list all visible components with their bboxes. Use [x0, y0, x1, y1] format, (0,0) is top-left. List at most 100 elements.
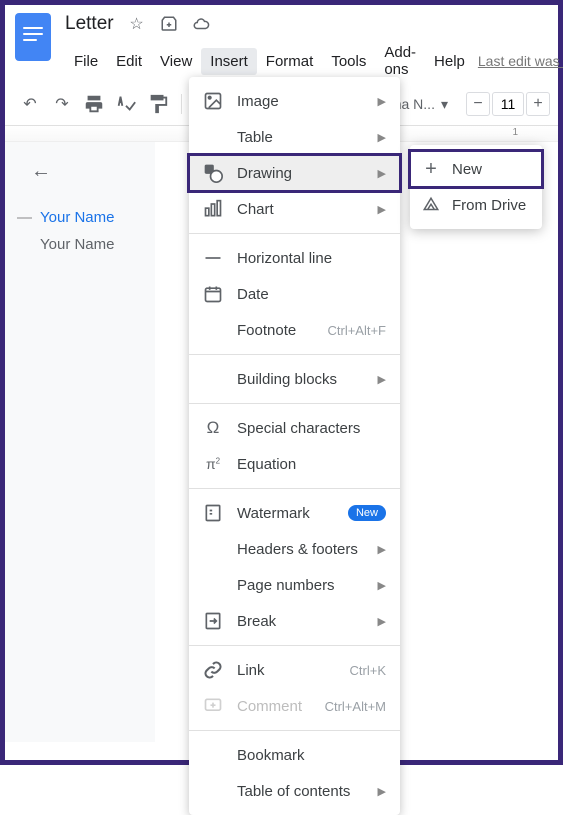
submenu-arrow-icon: ▶ [378, 95, 386, 108]
hline-icon [203, 248, 223, 268]
font-family-select[interactable]: na N...▾ [394, 96, 448, 113]
blank-icon [203, 369, 223, 389]
menu-item-label: Page numbers [237, 577, 370, 594]
insert-link[interactable]: LinkCtrl+K [189, 652, 400, 688]
spellcheck-button[interactable] [115, 93, 137, 115]
menu-item-label: Drawing [237, 165, 370, 182]
menu-item-label: Headers & footers [237, 541, 370, 558]
submenu-arrow-icon: ▶ [378, 615, 386, 628]
image-icon [203, 91, 223, 111]
menu-item-label: Watermark [237, 505, 348, 522]
submenu-arrow-icon: ▶ [378, 785, 386, 798]
decrease-fontsize-button[interactable]: − [466, 92, 490, 116]
blank-icon [203, 539, 223, 559]
insert-headers-footers[interactable]: Headers & footers ▶ [189, 531, 400, 567]
menu-divider [189, 488, 400, 489]
document-title[interactable]: Letter [65, 13, 114, 35]
submenu-arrow-icon: ▶ [378, 131, 386, 144]
insert-page-numbers[interactable]: Page numbers ▶ [189, 567, 400, 603]
blank-icon [203, 575, 223, 595]
submenu-item-label: New [452, 161, 482, 178]
insert-comment: CommentCtrl+Alt+M [189, 688, 400, 724]
insert-table[interactable]: Table ▶ [189, 119, 400, 155]
submenu-arrow-icon: ▶ [378, 167, 386, 180]
new-badge: New [348, 505, 386, 521]
menu-item-label: Horizontal line [237, 250, 386, 267]
outline-heading-item[interactable]: — Your Name [17, 209, 143, 226]
drawing-icon [203, 163, 223, 183]
insert-footnote[interactable]: FootnoteCtrl+Alt+F [189, 312, 400, 348]
date-icon [203, 284, 223, 304]
menu-item-label: Bookmark [237, 747, 386, 764]
fontsize-input[interactable] [492, 92, 524, 116]
shortcut-label: Ctrl+Alt+M [325, 699, 386, 714]
menu-divider [189, 233, 400, 234]
break-icon [203, 611, 223, 631]
insert-bookmark[interactable]: Bookmark [189, 737, 400, 773]
insert-image[interactable]: Image ▶ [189, 83, 400, 119]
last-edit-link[interactable]: Last edit was 3 [474, 48, 563, 74]
menu-edit[interactable]: Edit [107, 48, 151, 75]
outline-text-item[interactable]: — Your Name [17, 236, 143, 253]
outline-back-icon[interactable]: ← [31, 160, 143, 183]
drawing-from-drive[interactable]: From Drive [410, 187, 542, 223]
menu-format[interactable]: Format [257, 48, 323, 75]
print-button[interactable] [83, 93, 105, 115]
menu-help[interactable]: Help [425, 48, 474, 75]
paint-format-button[interactable] [147, 93, 169, 115]
insert-drawing[interactable]: Drawing ▶ [189, 155, 400, 191]
pi-icon: π2 [203, 454, 223, 474]
menu-tools[interactable]: Tools [322, 48, 375, 75]
menu-item-label: Image [237, 93, 370, 110]
undo-button[interactable]: ↶ [19, 93, 41, 115]
blank-icon [203, 745, 223, 765]
menu-item-label: Building blocks [237, 371, 370, 388]
menu-divider [189, 403, 400, 404]
submenu-arrow-icon: ▶ [378, 543, 386, 556]
submenu-arrow-icon: ▶ [378, 579, 386, 592]
menu-item-label: Comment [237, 698, 325, 715]
menu-item-label: Link [237, 662, 350, 679]
insert-watermark[interactable]: WatermarkNew [189, 495, 400, 531]
outline-panel: ← — Your Name — Your Name [5, 142, 155, 742]
plus-icon: + [422, 160, 440, 178]
blank-icon [203, 127, 223, 147]
menu-item-label: Table [237, 129, 370, 146]
drive-icon [422, 196, 440, 214]
redo-button[interactable]: ↷ [51, 93, 73, 115]
insert-building-blocks[interactable]: Building blocks ▶ [189, 361, 400, 397]
shortcut-label: Ctrl+K [350, 663, 386, 678]
watermark-icon [203, 503, 223, 523]
drawing-new[interactable]: + New [410, 151, 542, 187]
star-icon[interactable]: ☆ [128, 15, 146, 33]
insert-break[interactable]: Break▶ [189, 603, 400, 639]
drawing-submenu: + New From Drive [410, 145, 542, 229]
menu-item-label: Special characters [237, 420, 386, 437]
menu-view[interactable]: View [151, 48, 201, 75]
insert-menu-dropdown: Image▶Table▶Drawing▶Chart▶Horizontal lin… [189, 77, 400, 815]
insert-table-of-contents[interactable]: Table of contents ▶ [189, 773, 400, 809]
cloud-status-icon[interactable] [192, 15, 210, 33]
menu-item-label: Equation [237, 456, 386, 473]
menu-item-label: Footnote [237, 322, 327, 339]
insert-date[interactable]: Date [189, 276, 400, 312]
menu-file[interactable]: File [65, 48, 107, 75]
insert-equation[interactable]: π2 Equation [189, 446, 400, 482]
blank-icon [203, 781, 223, 801]
menu-item-label: Table of contents [237, 783, 370, 800]
increase-fontsize-button[interactable]: + [526, 92, 550, 116]
insert-horizontal-line[interactable]: Horizontal line [189, 240, 400, 276]
move-icon[interactable] [160, 15, 178, 33]
menu-divider [189, 730, 400, 731]
menu-insert[interactable]: Insert [201, 48, 257, 75]
docs-logo-icon[interactable] [15, 13, 51, 61]
outline-marker: — [17, 209, 32, 226]
menu-divider [189, 354, 400, 355]
insert-special-characters[interactable]: Ω Special characters [189, 410, 400, 446]
submenu-arrow-icon: ▶ [378, 203, 386, 216]
submenu-arrow-icon: ▶ [378, 373, 386, 386]
insert-chart[interactable]: Chart▶ [189, 191, 400, 227]
omega-icon: Ω [203, 418, 223, 438]
chart-icon [203, 199, 223, 219]
blank-icon [203, 320, 223, 340]
